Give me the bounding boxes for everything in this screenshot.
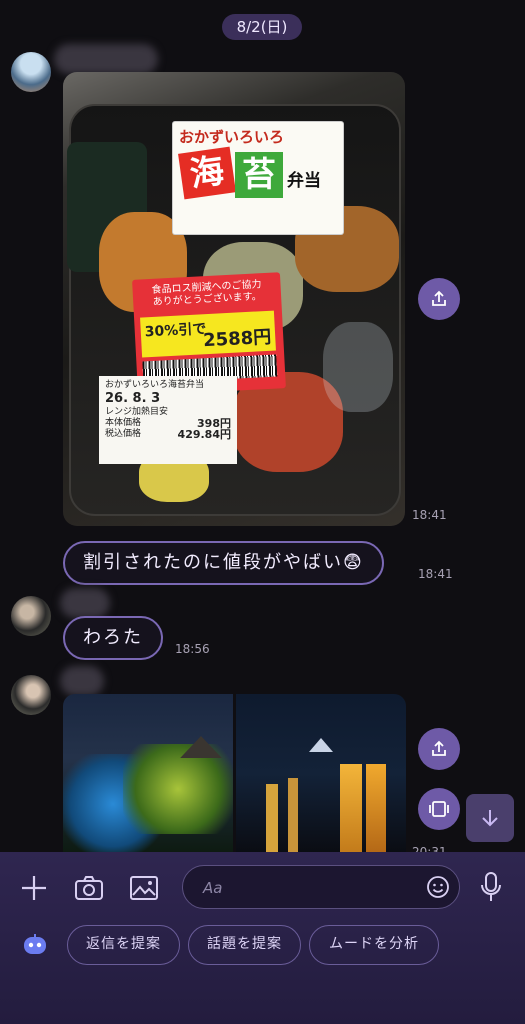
message-input[interactable]: Aa xyxy=(182,865,460,909)
sender-name-blurred xyxy=(60,588,110,618)
composer-bar: Aa 返信を提案 話題を提案 ムードを分析 xyxy=(0,852,525,1024)
product-label: おかずいろいろ 海 苔 弁当 xyxy=(173,122,343,234)
analyze-mood-chip[interactable]: ムードを分析 xyxy=(309,925,439,965)
bot-icon xyxy=(24,934,46,954)
lantern xyxy=(340,764,362,854)
message-bubble[interactable]: わろた xyxy=(63,616,163,660)
photo-message-garden[interactable] xyxy=(63,694,233,854)
lantern xyxy=(288,778,298,854)
sticker-discount: 30%引で xyxy=(144,321,207,341)
avatar[interactable] xyxy=(11,675,51,715)
share-button[interactable] xyxy=(418,728,460,770)
info-body-price-label: 本体価格 xyxy=(105,418,142,428)
message-time: 18:41 xyxy=(412,508,447,522)
label-bento: 弁当 xyxy=(287,171,321,191)
arrow-down-icon xyxy=(482,810,498,827)
sticker-price-box: 30%引で 2588円 xyxy=(140,310,276,358)
gallery-icon xyxy=(429,801,449,817)
info-tax-price: 429.84円 xyxy=(177,428,231,441)
info-expiry: 26. 8. 3 xyxy=(105,391,161,406)
photo-message-lanterns[interactable] xyxy=(236,694,406,854)
add-button[interactable] xyxy=(18,872,50,904)
mic-icon xyxy=(481,872,501,901)
castle xyxy=(309,738,333,752)
reflection xyxy=(323,322,393,412)
label-title-b: いろいろ xyxy=(224,128,285,146)
input-placeholder: Aa xyxy=(203,879,223,897)
sender-name-blurred xyxy=(60,666,104,696)
share-icon xyxy=(432,290,446,306)
suggest-topic-chip[interactable]: 話題を提案 xyxy=(188,925,301,965)
lantern xyxy=(366,764,386,854)
emoji-icon xyxy=(427,876,449,898)
message-bubble[interactable]: 割引されたのに値段がやばい😨 xyxy=(63,541,384,585)
gallery-button[interactable] xyxy=(418,788,460,830)
sender-name-blurred xyxy=(54,44,158,74)
label-char-sea: 海 xyxy=(178,146,236,200)
image-icon xyxy=(130,876,158,900)
info-title: おかずいろいろ海苔弁当 xyxy=(105,380,205,390)
camera-button[interactable] xyxy=(73,872,105,904)
share-icon xyxy=(432,740,446,756)
plus-icon xyxy=(22,876,46,900)
info-tax-price-label: 税込価格 xyxy=(105,429,142,439)
message-time: 18:56 xyxy=(175,642,210,656)
scroll-to-bottom-button[interactable] xyxy=(466,794,514,842)
message-time: 18:41 xyxy=(418,567,453,581)
share-button[interactable] xyxy=(418,278,460,320)
mic-button[interactable] xyxy=(476,870,506,904)
label-char-nori: 苔 xyxy=(235,152,283,198)
image-button[interactable] xyxy=(128,872,160,904)
info-label: おかずいろいろ海苔弁当 26. 8. 3 レンジ加熱目安 本体価格 398円 税込… xyxy=(99,376,237,464)
emoji-button[interactable] xyxy=(425,874,451,900)
camera-icon xyxy=(75,876,103,900)
date-separator: 8/2(日) xyxy=(222,14,302,40)
avatar[interactable] xyxy=(11,52,51,92)
sticker-price: 2588円 xyxy=(202,326,272,352)
suggest-reply-chip[interactable]: 返信を提案 xyxy=(67,925,180,965)
ai-bot-button[interactable] xyxy=(20,932,50,958)
label-title-a: おかず xyxy=(179,128,225,146)
lantern xyxy=(266,784,278,854)
avatar[interactable] xyxy=(11,596,51,636)
photo-message-bento[interactable]: おかずいろいろ 海 苔 弁当 食品ロス削減へのご協力 ありがとうございます。 3… xyxy=(63,72,405,526)
